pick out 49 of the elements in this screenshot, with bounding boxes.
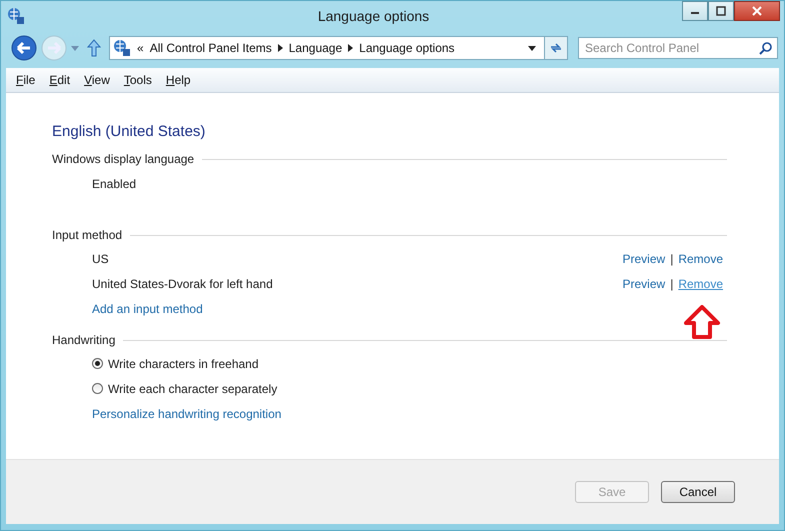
- menu-item[interactable]: Tools: [124, 73, 152, 87]
- language-heading: English (United States): [52, 123, 206, 140]
- close-button[interactable]: [734, 1, 780, 21]
- radio-button[interactable]: [92, 358, 103, 369]
- maximize-button[interactable]: [708, 1, 734, 21]
- menu-item[interactable]: Edit: [49, 73, 70, 87]
- minimize-button[interactable]: [682, 1, 708, 21]
- language-icon: [7, 7, 25, 25]
- dialog-button: Save: [575, 481, 649, 503]
- breadcrumb-arrow-icon[interactable]: [278, 44, 283, 52]
- refresh-button[interactable]: [544, 36, 568, 60]
- status-text: Enabled: [92, 177, 136, 191]
- chevron-text[interactable]: «: [137, 41, 144, 55]
- link[interactable]: Remove: [678, 276, 723, 290]
- window-title: Language options: [316, 8, 430, 24]
- link[interactable]: Preview: [622, 252, 666, 266]
- dialog-button[interactable]: Cancel: [661, 481, 735, 503]
- search-field[interactable]: Search Control Panel: [578, 37, 778, 59]
- maximize-icon: [716, 6, 726, 16]
- refresh-icon: [549, 41, 563, 55]
- link[interactable]: Preview: [622, 276, 666, 290]
- input-method-name: United States-Dvorak for left hand: [92, 276, 273, 290]
- link[interactable]: Add an input method: [92, 302, 203, 316]
- up-arrow-icon[interactable]: [87, 39, 101, 57]
- section-title: Handwriting: [52, 333, 116, 347]
- radio-label: Write characters in freehand: [108, 356, 259, 370]
- link[interactable]: Personalize handwriting recognition: [92, 406, 282, 420]
- menu-item[interactable]: Help: [166, 73, 191, 87]
- input-method-name: US: [92, 252, 109, 266]
- radio-button[interactable]: [92, 383, 103, 394]
- arrow-icon: [683, 305, 721, 339]
- section-title: Input method: [52, 228, 122, 242]
- back-icon[interactable]: [11, 35, 37, 61]
- language-icon: [113, 39, 131, 57]
- radio-label: Write each character separately: [108, 382, 278, 396]
- address-bar[interactable]: « All Control Panel Items Language Language options: [109, 36, 545, 60]
- dropdown-icon[interactable]: [528, 46, 536, 50]
- breadcrumb-item[interactable]: All Control Panel Items: [150, 41, 272, 55]
- breadcrumb-item[interactable]: Language options: [359, 41, 455, 55]
- menu-item[interactable]: File: [16, 73, 36, 87]
- link[interactable]: Remove: [678, 252, 723, 266]
- menu-item[interactable]: View: [84, 73, 110, 87]
- separator-text: |: [670, 276, 674, 290]
- separator-text: |: [670, 252, 674, 266]
- search-icon[interactable]: [759, 42, 772, 55]
- section-title: Windows display language: [52, 152, 194, 166]
- breadcrumb-item[interactable]: Language: [288, 41, 342, 55]
- close-icon: [752, 6, 762, 16]
- breadcrumb-arrow-icon[interactable]: [348, 44, 354, 52]
